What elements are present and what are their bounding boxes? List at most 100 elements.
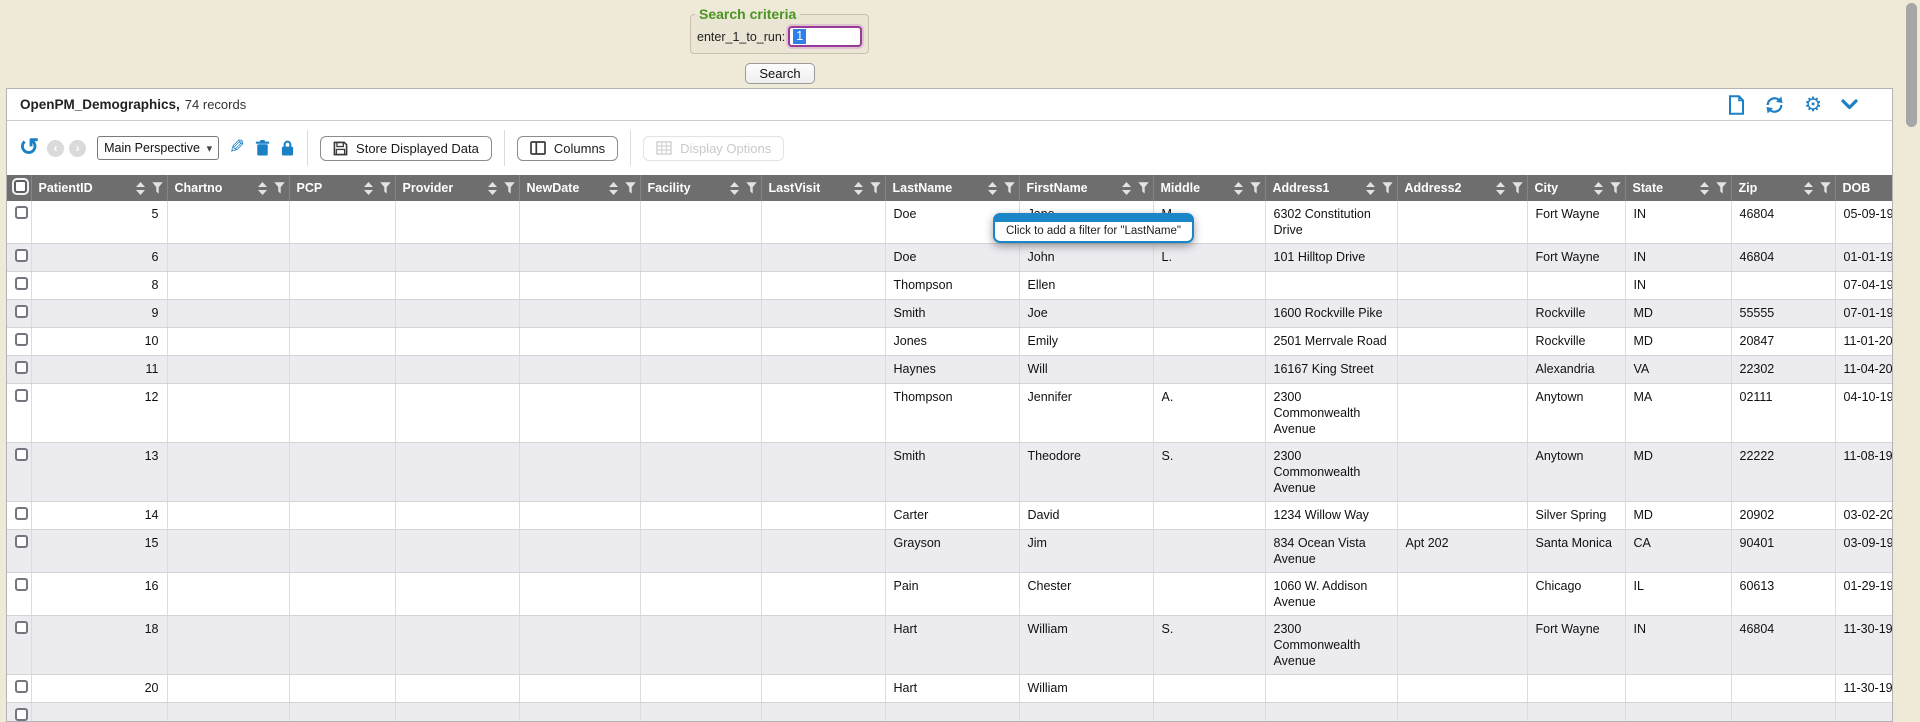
cell-lastvisit [761, 530, 885, 573]
filter-icon[interactable] [746, 182, 757, 194]
filter-icon[interactable] [1382, 182, 1393, 194]
row-checkbox[interactable] [15, 448, 28, 461]
filter-icon[interactable] [1250, 182, 1261, 194]
column-header-chartno[interactable]: Chartno [167, 175, 289, 201]
perspective-select[interactable]: Main Perspective ▾ [97, 136, 219, 160]
row-checkbox[interactable] [15, 249, 28, 262]
row-checkbox[interactable] [15, 680, 28, 693]
filter-icon[interactable] [870, 182, 881, 194]
refresh-icon[interactable] [1764, 95, 1785, 115]
search-button[interactable]: Search [745, 63, 814, 84]
gear-icon[interactable]: ⚙ [1804, 96, 1822, 114]
column-header-address2[interactable]: Address2 [1397, 175, 1527, 201]
column-header-middle[interactable]: Middle [1153, 175, 1265, 201]
cell-pcp [289, 675, 395, 703]
column-header-zip[interactable]: Zip [1731, 175, 1835, 201]
cell-pcp [289, 616, 395, 675]
column-header-lastvisit[interactable]: LastVisit [761, 175, 885, 201]
sort-icon[interactable] [1804, 182, 1813, 195]
sort-icon[interactable] [1366, 182, 1375, 195]
cell-lastname [885, 703, 1019, 722]
scrollbar-thumb[interactable] [1906, 3, 1917, 127]
sort-icon[interactable] [609, 182, 618, 195]
sort-icon[interactable] [1234, 182, 1243, 195]
cell-dob: 03-02-2010 [1835, 502, 1892, 530]
trash-icon[interactable] [255, 139, 270, 157]
row-checkbox[interactable] [15, 333, 28, 346]
row-checkbox[interactable] [15, 621, 28, 634]
display-options-button: Display Options [643, 136, 784, 161]
sort-icon[interactable] [854, 182, 863, 195]
filter-icon[interactable] [380, 182, 391, 194]
row-checkbox[interactable] [15, 389, 28, 402]
filter-icon[interactable] [1512, 182, 1523, 194]
sort-icon[interactable] [988, 182, 997, 195]
column-header-facility[interactable]: Facility [640, 175, 761, 201]
sort-icon[interactable] [488, 182, 497, 195]
column-header-newdate[interactable]: NewDate [519, 175, 640, 201]
column-header-lastname[interactable]: LastName [885, 175, 1019, 201]
cell-firstname: William [1019, 675, 1153, 703]
data-panel: OpenPM_Demographics, 74 records ⚙ ↺ ‹ › … [6, 88, 1893, 722]
filter-icon[interactable] [1716, 182, 1727, 194]
cell-patientid: 20 [31, 675, 167, 703]
table-row [7, 703, 1892, 722]
column-header-patientid[interactable]: PatientID [31, 175, 167, 201]
column-header-state[interactable]: State [1625, 175, 1731, 201]
row-checkbox[interactable] [15, 305, 28, 318]
column-header-city[interactable]: City [1527, 175, 1625, 201]
sort-icon[interactable] [364, 182, 373, 195]
filter-icon[interactable] [1138, 182, 1149, 194]
cell-zip: 60613 [1731, 573, 1835, 616]
new-document-icon[interactable] [1728, 95, 1745, 115]
cell-chartno [167, 573, 289, 616]
filter-icon[interactable] [152, 182, 163, 194]
edit-pencil-icon[interactable]: ✎ [229, 140, 245, 156]
run-input[interactable]: 1 [788, 26, 862, 47]
store-displayed-data-button[interactable]: Store Displayed Data [320, 136, 492, 161]
cell-provider [395, 244, 519, 272]
select-all-checkbox[interactable] [14, 180, 27, 193]
sort-icon[interactable] [1594, 182, 1603, 195]
row-checkbox[interactable] [15, 535, 28, 548]
cell-provider [395, 573, 519, 616]
undo-icon[interactable]: ↺ [19, 138, 39, 158]
cell-newdate [519, 573, 640, 616]
cell-state [1625, 703, 1731, 722]
sort-icon[interactable] [258, 182, 267, 195]
column-header-firstname[interactable]: FirstName [1019, 175, 1153, 201]
cell-firstname: Joe [1019, 300, 1153, 328]
row-checkbox[interactable] [15, 361, 28, 374]
row-checkbox[interactable] [15, 507, 28, 520]
filter-icon[interactable] [274, 182, 285, 194]
sort-icon[interactable] [136, 182, 145, 195]
columns-button[interactable]: Columns [517, 136, 618, 161]
chevron-down-icon[interactable] [1841, 99, 1858, 110]
column-header-address1[interactable]: Address1 [1265, 175, 1397, 201]
column-header-dob[interactable]: DOB [1835, 175, 1892, 201]
column-header-pcp[interactable]: PCP [289, 175, 395, 201]
cell-middle [1153, 300, 1265, 328]
sort-icon[interactable] [1700, 182, 1709, 195]
filter-icon[interactable] [1004, 182, 1015, 194]
filter-icon[interactable] [1610, 182, 1621, 194]
sort-icon[interactable] [1496, 182, 1505, 195]
cell-state: MD [1625, 443, 1731, 502]
cell-state: IN [1625, 616, 1731, 675]
filter-icon[interactable] [504, 182, 515, 194]
filter-icon[interactable] [625, 182, 636, 194]
cell-dob: 11-04-2014 [1835, 356, 1892, 384]
sort-icon[interactable] [730, 182, 739, 195]
cell-middle [1153, 573, 1265, 616]
sort-icon[interactable] [1122, 182, 1131, 195]
lock-icon[interactable] [280, 139, 295, 157]
cell-city: Fort Wayne [1527, 201, 1625, 244]
cell-provider [395, 300, 519, 328]
filter-icon[interactable] [1820, 182, 1831, 194]
row-checkbox[interactable] [15, 578, 28, 591]
page-scrollbar[interactable] [1901, 0, 1920, 710]
row-checkbox[interactable] [15, 206, 28, 219]
cell-dob: 01-01-1939 [1835, 244, 1892, 272]
column-header-provider[interactable]: Provider [395, 175, 519, 201]
row-checkbox[interactable] [15, 277, 28, 290]
